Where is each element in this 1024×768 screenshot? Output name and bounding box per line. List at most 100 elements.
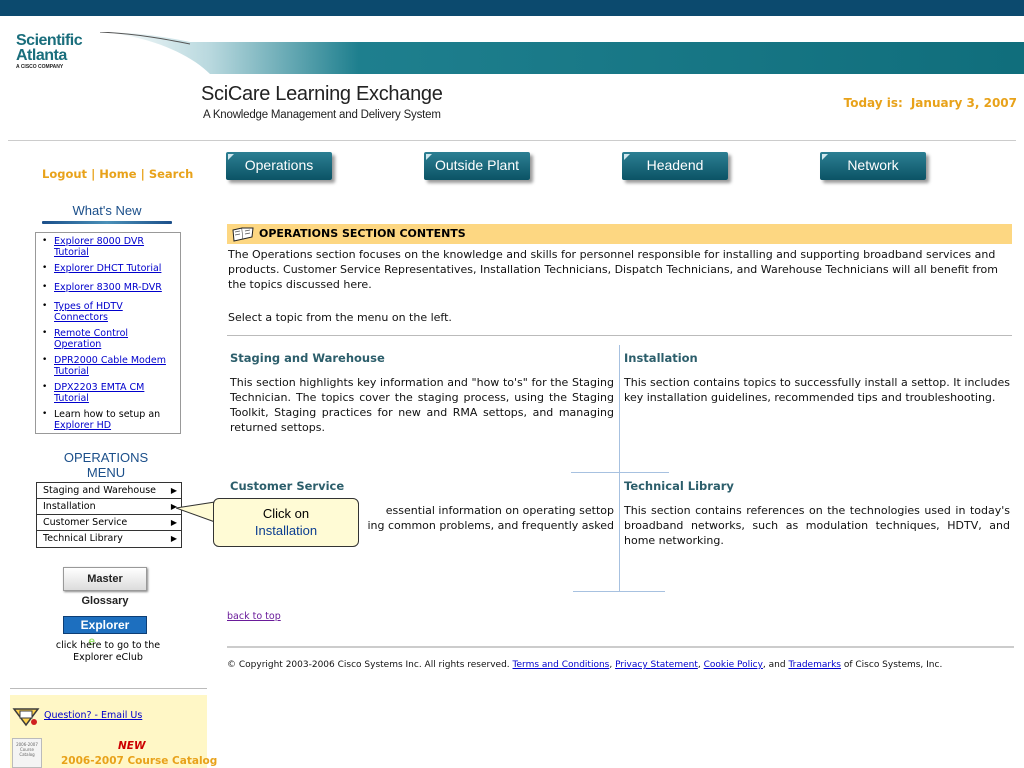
news-link[interactable]: Types of HDTV Connectors [54,301,123,323]
home-link[interactable]: Home [99,167,136,181]
today-label: Today is: [843,96,903,110]
course-catalog-link[interactable]: 2006-2007 Course Catalog [61,755,217,767]
callout-pointer [176,501,216,523]
arrow-right-icon: ▶ [170,486,177,495]
operations-menu-title: OPERATIONS MENU [63,450,149,480]
customer-service-title[interactable]: Customer Service [230,479,344,493]
customer-service-line2: ing common problems, and frequently aske… [367,519,614,532]
top-banner-bar [0,0,1024,16]
grid-horizontal-divider [573,591,665,592]
app-title: SciCare Learning Exchange [201,83,443,105]
list-item: • DPR2000 Cable Modem Tutorial [40,355,177,377]
utility-links: Logout | Home | Search [42,167,193,181]
news-link[interactable]: Explorer 8000 DVR Tutorial [54,236,144,258]
menu-item-label: Staging and Warehouse [43,485,157,496]
logo-tagline: A CISCO COMPANY [16,64,64,70]
nav-headend-button[interactable]: Headend [622,152,728,180]
list-item: • Remote Control Operation [40,328,177,350]
copyright-suffix: of Cisco Systems, Inc. [843,660,943,670]
tutorial-callout: Click on Installation [213,498,359,547]
operations-menu: Staging and Warehouse ▶ Installation ▶ Cus… [36,482,182,548]
installation-title[interactable]: Installation [624,351,698,365]
bullet-icon: • [42,263,48,273]
eclub-prefix: Explorer [80,618,130,632]
whats-new-list: • Explorer 8000 DVR Tutorial • Explorer DH… [35,232,181,434]
staging-warehouse-title[interactable]: Staging and Warehouse [230,351,385,365]
menu-item-label: Customer Service [43,517,128,528]
list-item: • Types of HDTV Connectors [40,301,177,323]
question-email-icon[interactable] [12,705,40,729]
grid-horizontal-divider [571,472,669,473]
privacy-link[interactable]: Privacy Statement [615,660,698,670]
catalog-new-badge: NEW [118,740,146,752]
button-notch [426,154,432,160]
master-glossary-button[interactable]: Master Glossary [63,567,147,607]
list-item: • Learn how to setup an Explorer HD [40,409,177,431]
news-link[interactable]: DPX2203 EMTA CM Tutorial [54,382,144,404]
today-date: January 3, 2007 [910,96,1017,110]
footer-divider [227,646,1014,648]
whats-new-heading: What's New [42,203,172,224]
callout-line1: Click on [262,506,310,521]
button-notch [822,154,828,160]
search-link[interactable]: Search [149,167,194,181]
bullet-icon: • [42,409,48,419]
section-intro: The Operations section focuses on the kn… [228,248,998,291]
menu-item-staging-warehouse[interactable]: Staging and Warehouse ▶ [37,483,181,499]
back-to-top-link[interactable]: back to top [227,611,281,622]
course-catalog-thumbnail[interactable]: 2006-2007 Course Catalog [12,738,42,768]
logo-line-1: Scientific [16,32,83,49]
question-email-link[interactable]: Question? - Email Us [44,710,142,721]
app-subtitle: A Knowledge Management and Delivery Syst… [203,109,441,121]
list-item: • Explorer DHCT Tutorial [40,263,177,274]
eclub-caption-line1: click here to go to the [55,640,161,651]
bullet-icon: • [42,355,48,365]
technical-library-title[interactable]: Technical Library [624,479,734,493]
news-link[interactable]: Explorer 8300 MR-DVR [54,282,162,293]
menu-item-label: Technical Library [43,533,123,544]
trademarks-link[interactable]: Trademarks [788,660,841,670]
scientific-atlanta-logo[interactable]: Scientific Atlanta A CISCO COMPANY [16,32,96,71]
menu-item-technical-library[interactable]: Technical Library ▶ [37,531,181,547]
customer-service-line1: essential information on operating setto… [385,504,614,517]
footer-and: , and [762,660,786,670]
nav-outside-plant-button[interactable]: Outside Plant [424,152,530,180]
eclub-caption-line2: Explorer eClub [73,652,143,663]
bullet-icon: • [42,282,48,292]
list-item: • Explorer 8300 MR-DVR [40,282,177,293]
bullet-icon: • [42,301,48,311]
explorer-eclub-button[interactable]: Explorer eClub [63,616,147,648]
logout-link[interactable]: Logout [42,167,87,181]
menu-item-label: Installation [43,501,96,512]
bullet-icon: • [42,382,48,392]
news-link[interactable]: Explorer HD [54,420,111,431]
select-topic-text: Select a topic from the menu on the left… [228,311,452,324]
nav-network-button[interactable]: Network [820,152,926,180]
copyright-text: © Copyright 2003-2006 Cisco Systems Inc.… [227,660,510,670]
heading-underline [42,221,172,224]
bullet-icon: • [42,328,48,338]
technical-library-description: This section contains references on the … [624,504,1010,547]
bullet-icon: • [42,236,48,246]
cookie-policy-link[interactable]: Cookie Policy [704,660,763,670]
eclub-caption: click here to go to the Explorer eClub [40,640,176,664]
menu-item-installation[interactable]: Installation ▶ [37,499,181,515]
terms-link[interactable]: Terms and Conditions [513,660,610,670]
news-text: Learn how to setup an [54,409,161,420]
button-notch [228,154,234,160]
list-item: • DPX2203 EMTA CM Tutorial [40,382,177,404]
header-swoosh-graphic [100,32,1024,74]
callout-line2: Installation [254,523,318,538]
separator: | [91,167,96,181]
news-link[interactable]: Explorer DHCT Tutorial [54,263,161,274]
staging-warehouse-description: This section highlights key information … [230,376,614,434]
menu-item-customer-service[interactable]: Customer Service ▶ [37,515,181,531]
section-title-bar: OPERATIONS SECTION CONTENTS [227,224,1012,244]
news-link[interactable]: Remote Control Operation [54,328,128,350]
copyright-footer: © Copyright 2003-2006 Cisco Systems Inc.… [227,660,943,670]
news-link[interactable]: DPR2000 Cable Modem Tutorial [54,355,166,377]
operations-menu-heading: OPERATIONS MENU [44,450,168,486]
whats-new-title: What's New [72,203,142,218]
installation-description: This section contains topics to successf… [624,376,1010,404]
nav-operations-button[interactable]: Operations [226,152,332,180]
